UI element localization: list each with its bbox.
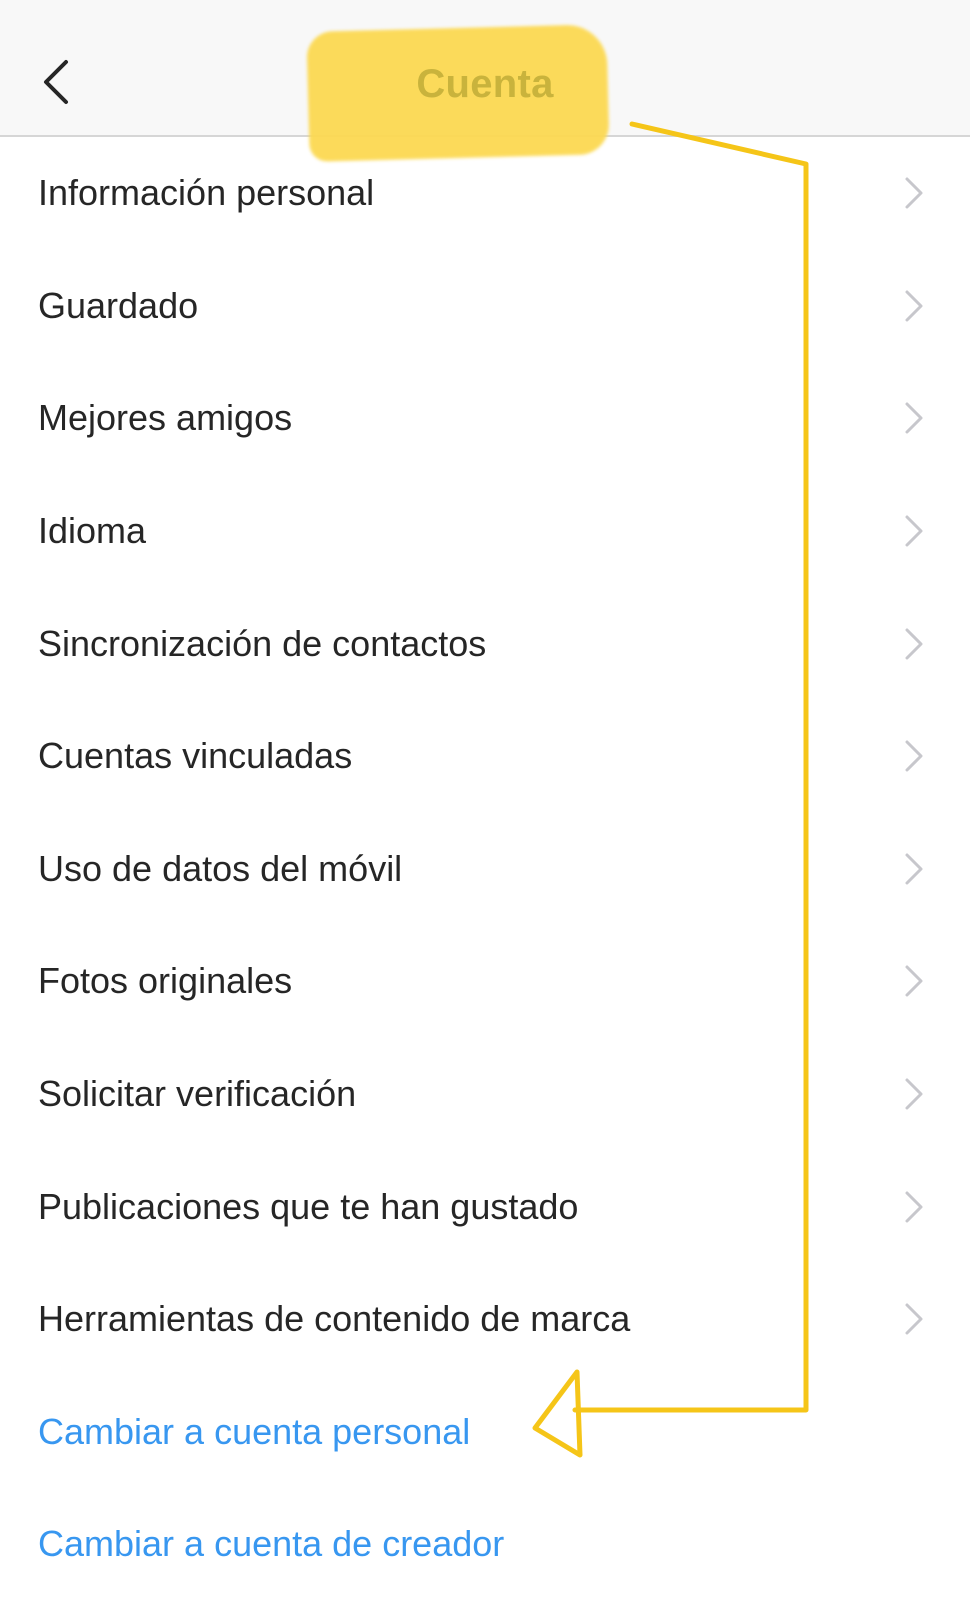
list-item-sincronizacion-contactos[interactable]: Sincronización de contactos	[0, 587, 970, 700]
list-item-label: Uso de datos del móvil	[38, 847, 403, 889]
switch-to-personal-account-link[interactable]: Cambiar a cuenta personal	[0, 1376, 970, 1489]
list-item-mejores-amigos[interactable]: Mejores amigos	[0, 362, 970, 475]
settings-list: Información personal Guardado Mejores am…	[0, 137, 970, 1601]
list-item-label: Fotos originales	[38, 960, 293, 1002]
list-item-informacion-personal[interactable]: Información personal	[0, 137, 970, 250]
switch-to-creator-account-link[interactable]: Cambiar a cuenta de creador	[0, 1488, 970, 1601]
list-item-label: Sincronización de contactos	[38, 622, 487, 664]
list-item-herramientas-contenido-marca[interactable]: Herramientas de contenido de marca	[0, 1263, 970, 1376]
link-label: Cambiar a cuenta de creador	[38, 1523, 505, 1565]
list-item-label: Publicaciones que te han gustado	[38, 1185, 579, 1227]
list-item-fotos-originales[interactable]: Fotos originales	[0, 925, 970, 1038]
chevron-right-icon	[905, 965, 923, 997]
chevron-right-icon	[905, 628, 923, 660]
list-item-label: Mejores amigos	[38, 397, 293, 439]
chevron-right-icon	[905, 1191, 923, 1223]
chevron-right-icon	[905, 402, 923, 434]
chevron-right-icon	[905, 740, 923, 772]
list-item-uso-datos-movil[interactable]: Uso de datos del móvil	[0, 813, 970, 926]
chevron-right-icon	[905, 290, 923, 322]
list-item-label: Guardado	[38, 284, 199, 326]
chevron-right-icon	[905, 1303, 923, 1335]
chevron-right-icon	[905, 515, 923, 547]
list-item-idioma[interactable]: Idioma	[0, 475, 970, 588]
link-label: Cambiar a cuenta personal	[38, 1410, 471, 1452]
list-item-label: Solicitar verificación	[38, 1073, 357, 1115]
list-item-label: Herramientas de contenido de marca	[38, 1298, 631, 1340]
list-item-guardado[interactable]: Guardado	[0, 250, 970, 363]
list-item-label: Información personal	[38, 172, 375, 214]
chevron-right-icon	[905, 177, 923, 209]
list-item-cuentas-vinculadas[interactable]: Cuentas vinculadas	[0, 700, 970, 813]
page-title: Cuenta	[416, 62, 554, 106]
list-item-label: Cuentas vinculadas	[38, 735, 353, 777]
nav-bar: Cuenta	[0, 0, 970, 162]
list-item-solicitar-verificacion[interactable]: Solicitar verificación	[0, 1038, 970, 1151]
list-item-publicaciones-gustado[interactable]: Publicaciones que te han gustado	[0, 1150, 970, 1263]
chevron-right-icon	[905, 1078, 923, 1110]
chevron-right-icon	[905, 853, 923, 885]
list-item-label: Idioma	[38, 510, 147, 552]
